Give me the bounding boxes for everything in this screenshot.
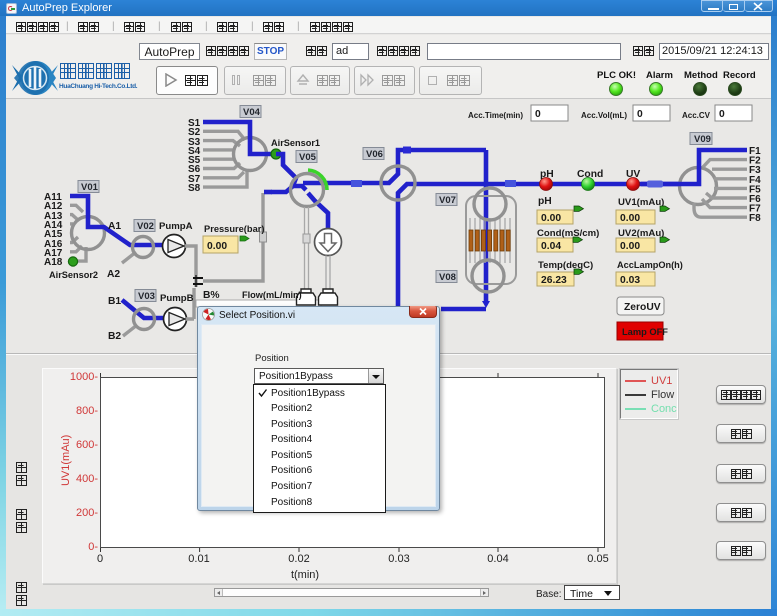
svg-text:Pressure(bar): Pressure(bar) [204, 224, 264, 234]
svg-text:26.23: 26.23 [541, 275, 567, 286]
svg-text:AccLampOn(h): AccLampOn(h) [617, 260, 683, 270]
svg-text:UV1(mAu): UV1(mAu) [618, 197, 664, 208]
svg-text:Acc.Time(min): Acc.Time(min) [468, 111, 523, 120]
svg-text:Acc.Vol(mL): Acc.Vol(mL) [581, 111, 627, 120]
svg-text:A18: A18 [44, 257, 63, 268]
svg-text:Lamp OFF: Lamp OFF [622, 327, 668, 337]
svg-text:0.00: 0.00 [620, 241, 640, 252]
svg-text:pH: pH [540, 169, 554, 180]
svg-text:Flow(mL/min): Flow(mL/min) [242, 290, 302, 300]
svg-text:ZeroUV: ZeroUV [624, 302, 661, 313]
svg-text:Cond: Cond [577, 169, 603, 180]
svg-text:B1: B1 [108, 296, 121, 307]
svg-text:AirSensor1: AirSensor1 [271, 138, 320, 148]
svg-text:V03: V03 [138, 291, 155, 302]
svg-text:A2: A2 [107, 269, 120, 280]
svg-text:UV: UV [626, 169, 640, 180]
svg-text:V01: V01 [81, 182, 99, 193]
svg-text:V05: V05 [299, 152, 317, 163]
svg-text:PumpB: PumpB [160, 293, 194, 304]
svg-text:UV2(mAu): UV2(mAu) [618, 228, 664, 239]
svg-text:0.03: 0.03 [620, 275, 640, 286]
svg-text:Temp(degC): Temp(degC) [538, 260, 593, 271]
svg-text:0.00: 0.00 [620, 213, 640, 224]
svg-text:pH: pH [538, 196, 552, 207]
svg-text:V09: V09 [694, 134, 711, 145]
svg-text:V07: V07 [439, 195, 456, 206]
svg-text:F8: F8 [749, 213, 761, 224]
svg-text:AirSensor2: AirSensor2 [49, 270, 98, 280]
svg-text:0.00: 0.00 [207, 241, 227, 252]
svg-text:Acc.CV: Acc.CV [682, 111, 711, 120]
svg-text:0: 0 [719, 109, 725, 120]
svg-text:V06: V06 [366, 149, 383, 160]
svg-text:A1: A1 [108, 221, 121, 232]
svg-text:0: 0 [637, 109, 643, 120]
svg-text:0: 0 [535, 109, 541, 120]
svg-text:V02: V02 [137, 221, 154, 232]
svg-text:0.00: 0.00 [541, 213, 561, 224]
svg-text:Cond(mS/cm): Cond(mS/cm) [537, 228, 599, 239]
svg-text:S8: S8 [188, 183, 201, 194]
svg-text:V08: V08 [439, 272, 456, 283]
svg-text:PumpA: PumpA [159, 221, 193, 232]
svg-text:B2: B2 [108, 331, 121, 342]
svg-text:0.04: 0.04 [541, 241, 561, 252]
svg-text:B%: B% [203, 290, 220, 301]
svg-text:V04: V04 [243, 107, 261, 118]
